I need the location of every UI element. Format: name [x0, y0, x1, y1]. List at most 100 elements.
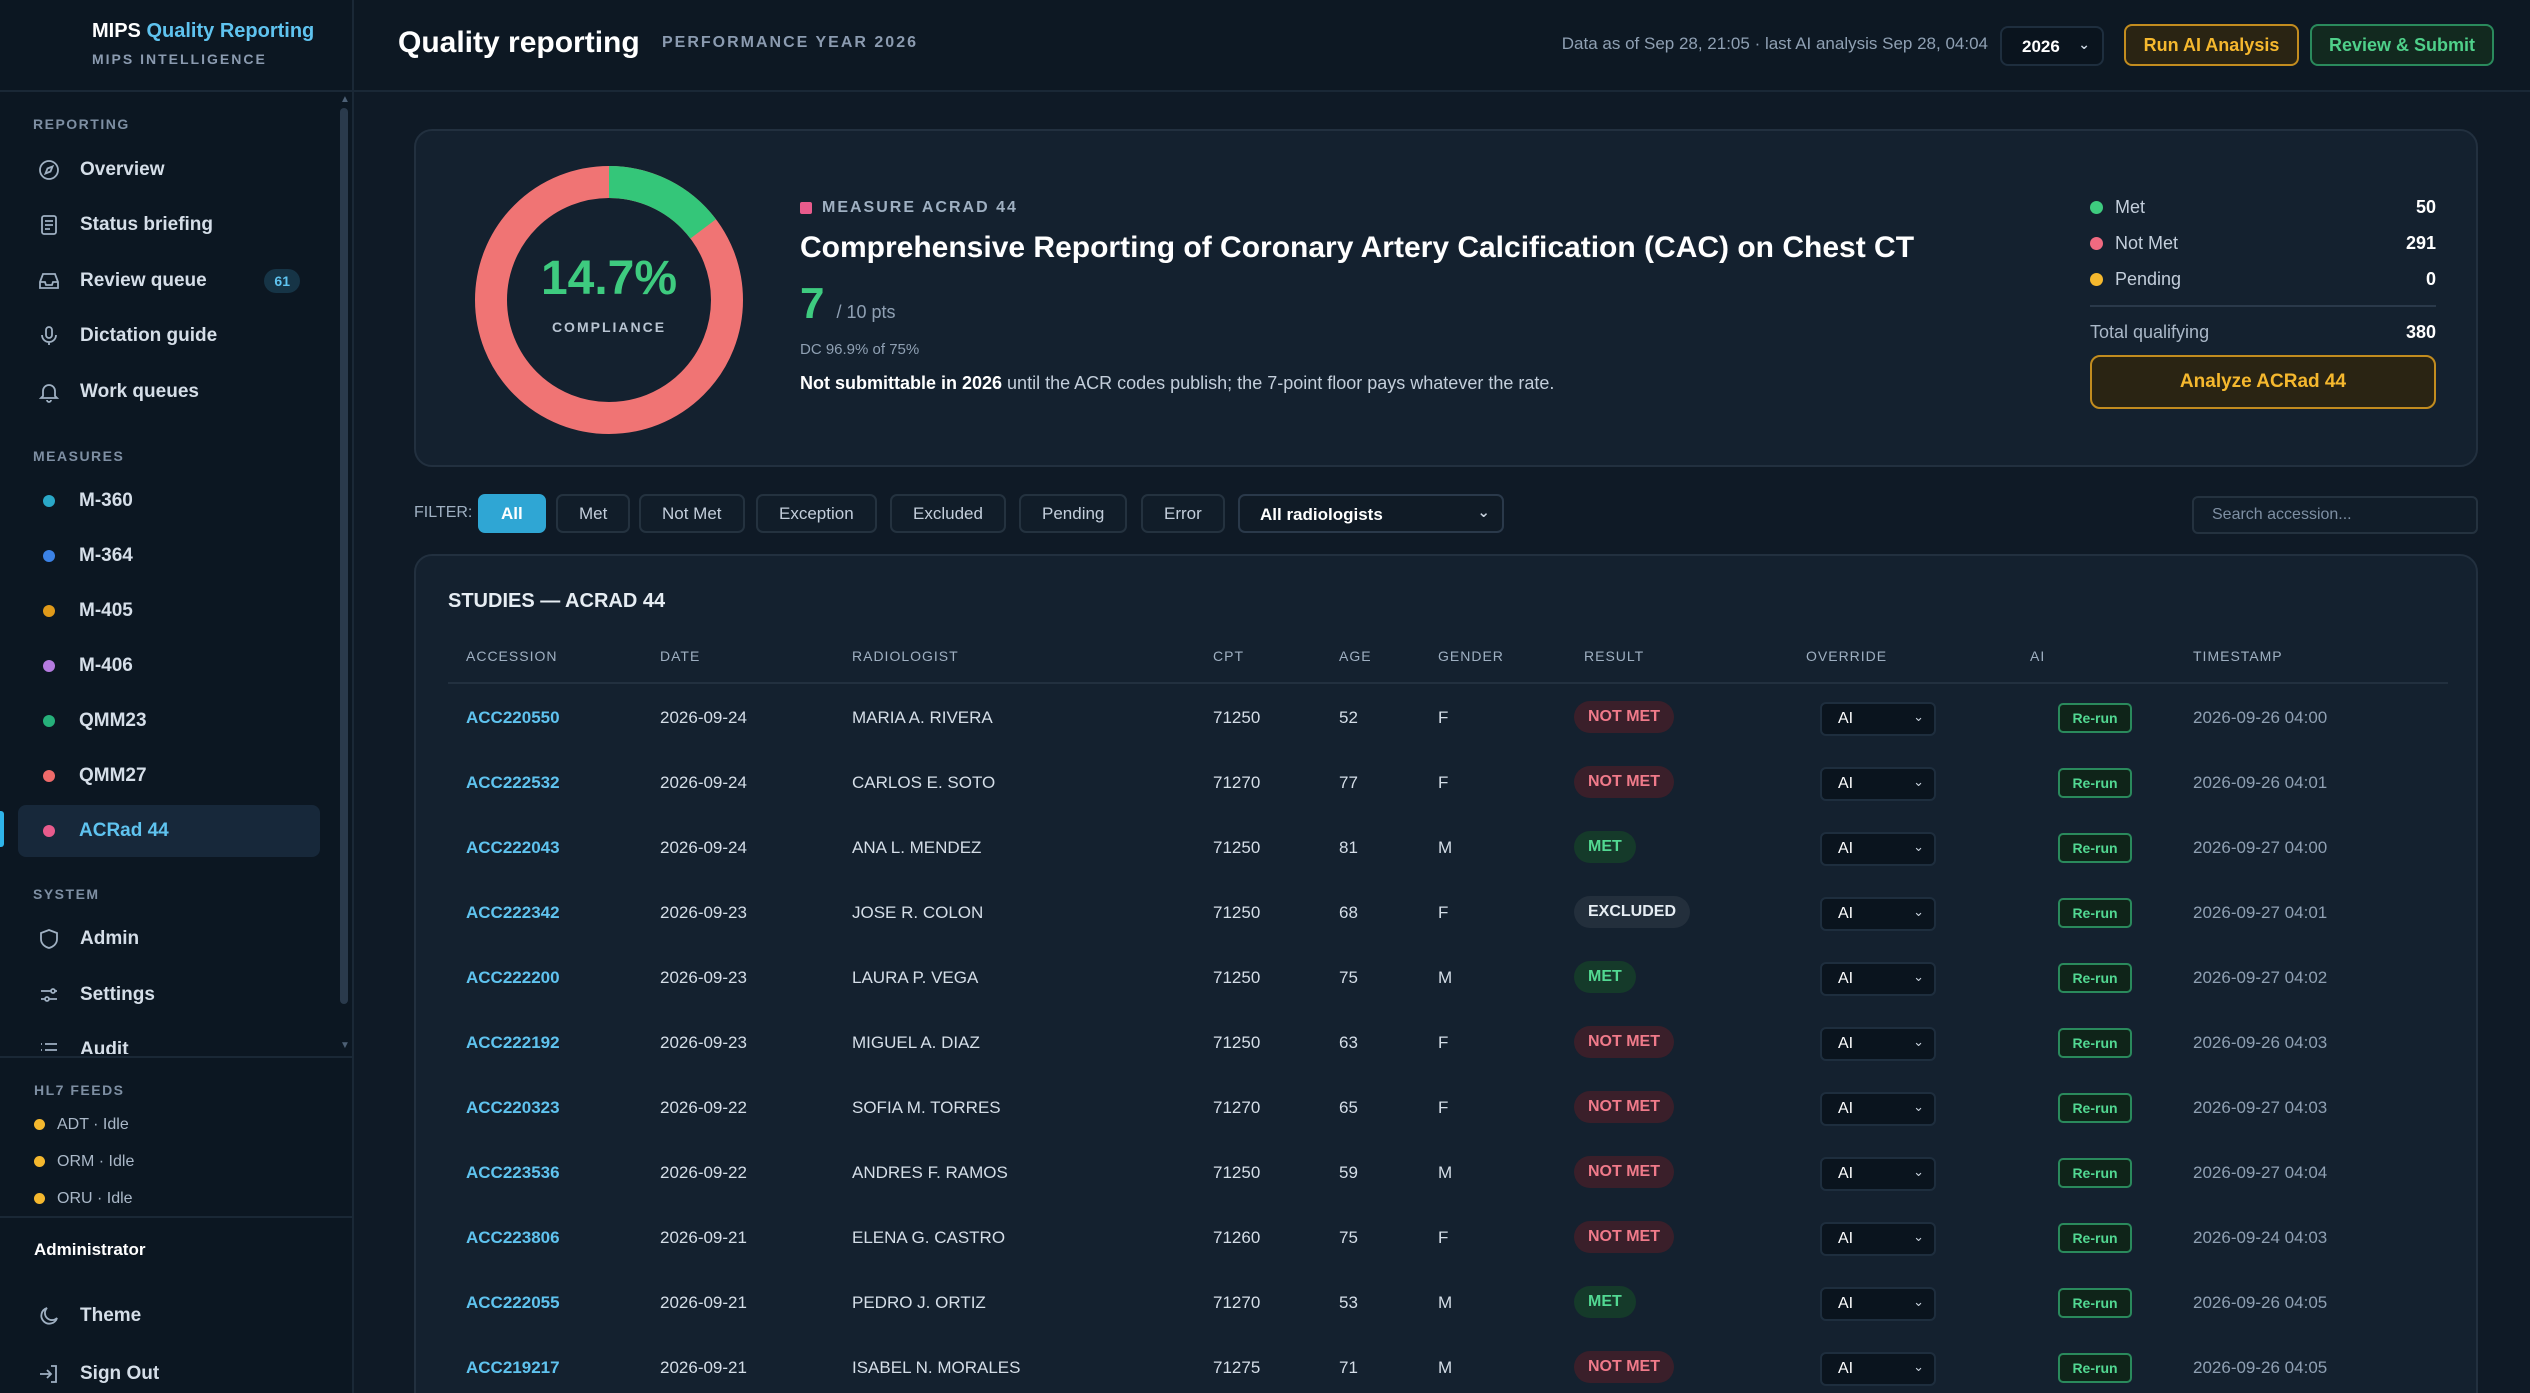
sidebar-item-work-queues[interactable]: Work queues	[18, 366, 320, 418]
sidebar-item-label: Dictation guide	[80, 325, 218, 346]
accession-link[interactable]: ACC222192	[466, 1033, 560, 1053]
table-row[interactable]: ACC223806 2026-09-21 ELENA G. CASTRO 71260 7…	[448, 1206, 2448, 1271]
override-select[interactable]: AI ⌄	[1820, 767, 1936, 801]
accession-link[interactable]: ACC222043	[466, 838, 560, 858]
column-header[interactable]: TIMESTAMP	[2193, 648, 2283, 664]
rerun-ai-button[interactable]: Re-run	[2058, 703, 2132, 733]
filter-chip-all[interactable]: All	[478, 494, 546, 533]
sidebar-item-m-360[interactable]: M-360	[18, 475, 320, 527]
sidebar-item-qmm23[interactable]: QMM23	[18, 695, 320, 747]
rerun-ai-button[interactable]: Re-run	[2058, 768, 2132, 798]
column-header[interactable]: OVERRIDE	[1806, 648, 1887, 664]
chevron-down-icon: ⌄	[1913, 1099, 1924, 1114]
override-select[interactable]: AI ⌄	[1820, 1157, 1936, 1191]
column-header[interactable]: DATE	[660, 648, 700, 664]
accession-link[interactable]: ACC223806	[466, 1228, 560, 1248]
accession-link[interactable]: ACC222055	[466, 1293, 560, 1313]
table-title: STUDIES — ACRAD 44	[448, 590, 666, 612]
filter-chip-not-met[interactable]: Not Met	[639, 494, 745, 533]
rerun-ai-button[interactable]: Re-run	[2058, 1288, 2132, 1318]
rerun-ai-button[interactable]: Re-run	[2058, 1353, 2132, 1383]
table-row[interactable]: ACC222192 2026-09-23 MIGUEL A. DIAZ 71250 63…	[448, 1011, 2448, 1076]
sidebar-item-m-364[interactable]: M-364	[18, 530, 320, 582]
override-select[interactable]: AI ⌄	[1820, 897, 1936, 931]
override-select[interactable]: AI ⌄	[1820, 702, 1936, 736]
sidebar-item-m-406[interactable]: M-406	[18, 640, 320, 692]
rerun-ai-button[interactable]: Re-run	[2058, 1223, 2132, 1253]
sidebar-item-label: QMM23	[79, 710, 147, 731]
review-submit-button[interactable]: Review & Submit	[2310, 24, 2494, 66]
theme-toggle[interactable]: Theme	[18, 1290, 320, 1342]
table-row[interactable]: ACC223536 2026-09-22 ANDRES F. RAMOS 71250 5…	[448, 1141, 2448, 1206]
sidebar-item-status-briefing[interactable]: Status briefing	[18, 199, 320, 251]
filter-chip-exception[interactable]: Exception	[756, 494, 877, 533]
override-select[interactable]: AI ⌄	[1820, 1287, 1936, 1321]
column-header[interactable]: AI	[2030, 648, 2045, 664]
filter-chip-excluded[interactable]: Excluded	[890, 494, 1006, 533]
sidebar-scrollbar[interactable]	[340, 108, 348, 1004]
rerun-ai-button[interactable]: Re-run	[2058, 1028, 2132, 1058]
filter-chip-met[interactable]: Met	[556, 494, 631, 533]
radiologist-select[interactable]: All radiologists ⌄	[1238, 494, 1504, 533]
scroll-down-arrow[interactable]: ▼	[340, 1040, 350, 1051]
override-select[interactable]: AI ⌄	[1820, 1352, 1936, 1386]
sidebar-item-admin[interactable]: Admin	[18, 913, 320, 965]
sidebar-item-qmm27[interactable]: QMM27	[18, 750, 320, 802]
sidebar-item-m-405[interactable]: M-405	[18, 585, 320, 637]
sidebar-item-audit[interactable]: Audit	[18, 1024, 320, 1054]
sidebar-item-label: Overview	[80, 159, 165, 180]
column-header[interactable]: RADIOLOGIST	[852, 648, 959, 664]
stat-met: Met 50	[2090, 189, 2436, 225]
override-select[interactable]: AI ⌄	[1820, 1222, 1936, 1256]
table-row[interactable]: ACC220550 2026-09-24 MARIA A. RIVERA 71250 5…	[448, 686, 2448, 751]
column-header[interactable]: ACCESSION	[466, 648, 557, 664]
accession-link[interactable]: ACC219217	[466, 1358, 560, 1378]
filter-chip-error[interactable]: Error	[1141, 494, 1225, 533]
cell-timestamp: 2026-09-26 04:05	[2193, 1293, 2328, 1312]
chevron-down-icon: ⌄	[1913, 904, 1924, 919]
sidebar-item-settings[interactable]: Settings	[18, 969, 320, 1021]
accession-link[interactable]: ACC222342	[466, 903, 560, 923]
rerun-ai-button[interactable]: Re-run	[2058, 1158, 2132, 1188]
override-select[interactable]: AI ⌄	[1820, 832, 1936, 866]
override-select[interactable]: AI ⌄	[1820, 962, 1936, 996]
scroll-up-arrow[interactable]: ▲	[340, 94, 350, 105]
override-select[interactable]: AI ⌄	[1820, 1092, 1936, 1126]
chevron-down-icon: ⌄	[2078, 36, 2090, 52]
rerun-ai-button[interactable]: Re-run	[2058, 1093, 2132, 1123]
result-badge: NOT MET	[1574, 1351, 1674, 1383]
column-header[interactable]: AGE	[1339, 648, 1372, 664]
rerun-ai-button[interactable]: Re-run	[2058, 898, 2132, 928]
table-row[interactable]: ACC222532 2026-09-24 CARLOS E. SOTO 71270 77…	[448, 751, 2448, 816]
table-row[interactable]: ACC219217 2026-09-21 ISABEL N. MORALES 7127…	[448, 1336, 2448, 1393]
accession-link[interactable]: ACC222532	[466, 773, 560, 793]
table-row[interactable]: ACC222342 2026-09-23 JOSE R. COLON 71250 68 F…	[448, 881, 2448, 946]
table-row[interactable]: ACC222200 2026-09-23 LAURA P. VEGA 71250 75 M…	[448, 946, 2448, 1011]
table-row[interactable]: ACC222055 2026-09-21 PEDRO J. ORTIZ 71270 53…	[448, 1271, 2448, 1336]
accession-link[interactable]: ACC222200	[466, 968, 560, 988]
table-row[interactable]: ACC220323 2026-09-22 SOFIA M. TORRES 71270 6…	[448, 1076, 2448, 1141]
table-row[interactable]: ACC222043 2026-09-24 ANA L. MENDEZ 71250 81 M…	[448, 816, 2448, 881]
run-ai-analysis-button[interactable]: Run AI Analysis	[2124, 24, 2299, 66]
accession-link[interactable]: ACC220550	[466, 708, 560, 728]
override-select[interactable]: AI ⌄	[1820, 1027, 1936, 1061]
analyze-measure-button[interactable]: Analyze ACRad 44	[2090, 355, 2436, 409]
table-body: ACC220550 2026-09-24 MARIA A. RIVERA 71250 5…	[448, 686, 2448, 1393]
column-header[interactable]: CPT	[1213, 648, 1244, 664]
filter-chip-pending[interactable]: Pending	[1019, 494, 1128, 533]
accession-link[interactable]: ACC223536	[466, 1163, 560, 1183]
accession-link[interactable]: ACC220323	[466, 1098, 560, 1118]
rerun-ai-button[interactable]: Re-run	[2058, 963, 2132, 993]
sidebar-item-acrad-44[interactable]: ACRad 44	[18, 805, 320, 857]
sign-out-button[interactable]: Sign Out	[18, 1348, 320, 1393]
sidebar-item-overview[interactable]: Overview	[18, 144, 320, 196]
column-header[interactable]: GENDER	[1438, 648, 1504, 664]
sidebar-item-review-queue[interactable]: Review queue 61	[18, 255, 320, 307]
search-accession-input[interactable]	[2192, 496, 2478, 534]
column-header[interactable]: RESULT	[1584, 648, 1644, 664]
rerun-ai-button[interactable]: Re-run	[2058, 833, 2132, 863]
measure-color-dot	[43, 605, 55, 617]
sidebar-item-dictation-guide[interactable]: Dictation guide	[18, 310, 320, 362]
override-value: AI	[1838, 840, 1854, 857]
year-select[interactable]: 2026 ⌄	[2000, 26, 2104, 66]
